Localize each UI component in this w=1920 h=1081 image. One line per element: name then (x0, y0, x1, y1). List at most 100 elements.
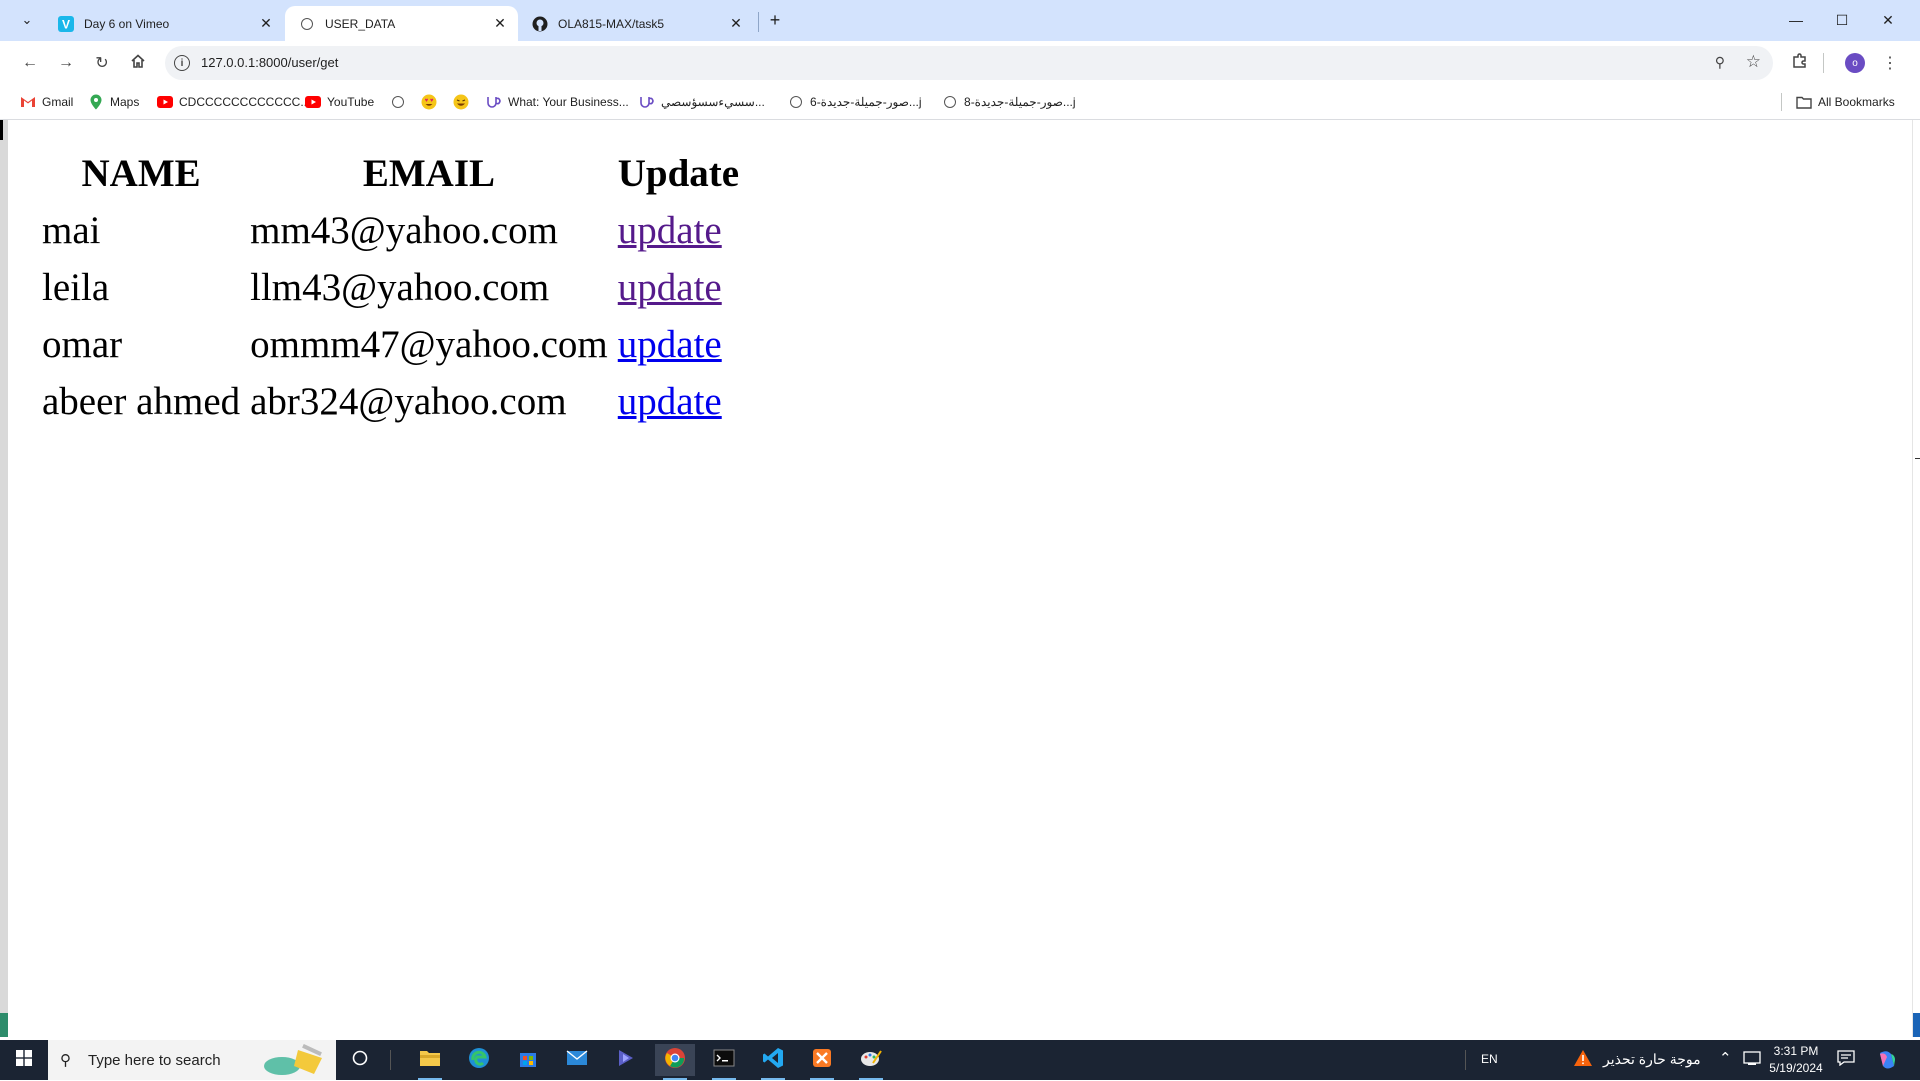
profile-avatar[interactable]: o (1845, 53, 1865, 73)
taskbar-divider (1465, 1050, 1466, 1070)
store-app[interactable] (508, 1044, 548, 1076)
menu-button[interactable]: ⋮ (1876, 49, 1904, 77)
bookmark-cdc[interactable]: CDCCCCCCCCCCCC... (157, 93, 310, 111)
search-placeholder: Type here to search (88, 1052, 221, 1069)
user-name: leila (42, 266, 110, 309)
table-row: leila llm43@yahoo.com update (42, 259, 739, 316)
notifications-icon[interactable] (1837, 1050, 1855, 1070)
forward-button[interactable]: → (52, 49, 80, 77)
emoji-heart-eyes-icon: ♥ ♥ (421, 94, 437, 110)
back-button[interactable]: ← (16, 49, 44, 77)
network-icon[interactable] (1743, 1050, 1761, 1070)
tab-github[interactable]: OLA815-MAX/task5 ✕ (518, 6, 754, 41)
bookmark-label: صور-جميلة-جديدة-8...j (964, 95, 1076, 109)
tab-search-button[interactable]: ⌄ (13, 9, 41, 31)
arrow-right-icon: → (58, 54, 74, 71)
bookmark-gmail[interactable]: Gmail (20, 93, 73, 111)
youtube-icon (305, 94, 321, 110)
vscode-app[interactable] (753, 1044, 793, 1080)
url-text[interactable]: 127.0.0.1:8000/user/get (201, 55, 338, 70)
bookmark-what-your-business[interactable]: What: Your Business... (486, 93, 629, 111)
mail-icon (566, 1049, 588, 1071)
maps-icon (88, 94, 104, 110)
bookmark-label: CDCCCCCCCCCCCC... (179, 95, 311, 109)
store-icon (518, 1048, 538, 1073)
search-highlight-icon (258, 1043, 330, 1076)
arrow-left-icon: ← (22, 54, 38, 71)
github-icon (532, 16, 548, 32)
taskbar-search[interactable]: ⚲ Type here to search (48, 1040, 336, 1080)
windows-taskbar: ⚲ Type here to search EN موجة حارة تحذير… (0, 1040, 1920, 1080)
gmail-icon (20, 94, 36, 110)
update-cell: update (618, 259, 739, 316)
folder-icon (419, 1049, 441, 1072)
taskbar-clock[interactable]: 3:31 PM 5/19/2024 (1766, 1043, 1826, 1077)
bookmark-globe[interactable] (390, 93, 412, 111)
minimize-button[interactable]: — (1773, 0, 1819, 40)
copilot-icon[interactable] (1876, 1049, 1898, 1075)
file-explorer-app[interactable] (410, 1044, 450, 1080)
bookmark-arabic-2[interactable]: صور-جميلة-جديدة-6...j (788, 93, 922, 111)
home-button[interactable] (124, 49, 152, 77)
window-right-edge (1912, 120, 1920, 1037)
terminal-app[interactable] (704, 1044, 744, 1080)
new-tab-button[interactable]: + (763, 9, 787, 31)
paint-icon (860, 1048, 882, 1073)
clock-date: 5/19/2024 (1769, 1061, 1823, 1075)
start-button[interactable] (0, 1040, 48, 1080)
globe-icon (788, 94, 804, 110)
update-cell: update (618, 316, 739, 373)
task-view-button[interactable] (340, 1044, 380, 1076)
update-link[interactable]: update (618, 323, 722, 366)
weather-alert-text[interactable]: موجة حارة تحذير (1603, 1051, 1701, 1068)
bookmark-maps[interactable]: Maps (88, 93, 139, 111)
globe-icon (299, 16, 315, 32)
all-bookmarks-button[interactable]: All Bookmarks (1796, 93, 1895, 111)
bookmark-youtube[interactable]: YouTube (305, 93, 374, 111)
update-link[interactable]: update (618, 380, 722, 423)
close-icon[interactable]: ✕ (258, 15, 274, 32)
power-automate-app[interactable] (606, 1044, 646, 1076)
cortana-icon (352, 1050, 368, 1071)
show-hidden-icons-button[interactable]: ⌃ (1719, 1049, 1732, 1067)
vscode-icon (762, 1047, 784, 1074)
bookmark-arabic-3[interactable]: صور-جميلة-جديدة-8...j (942, 93, 1076, 111)
chrome-app[interactable] (655, 1044, 695, 1080)
reload-button[interactable]: ↻ (88, 49, 116, 77)
update-link[interactable]: update (618, 266, 722, 309)
xampp-app[interactable] (802, 1044, 842, 1080)
bookmark-arabic-1[interactable]: سسيءسسؤسصي... (639, 93, 765, 111)
chrome-icon (664, 1047, 686, 1074)
zoom-icon[interactable]: ⚲ (1715, 54, 1725, 71)
update-link[interactable]: update (618, 209, 722, 252)
user-name: omar (42, 323, 123, 366)
paint-app[interactable] (851, 1044, 891, 1080)
bookmark-star-icon[interactable]: ☆ (1746, 52, 1761, 72)
tab-title: Day 6 on Vimeo (84, 16, 170, 31)
edge-app[interactable] (459, 1044, 499, 1076)
all-bookmarks-label: All Bookmarks (1818, 95, 1895, 109)
close-window-button[interactable]: ✕ (1865, 0, 1911, 40)
tab-vimeo[interactable]: V Day 6 on Vimeo ✕ (44, 6, 284, 41)
edge-icon (468, 1047, 490, 1074)
close-icon[interactable]: ✕ (492, 15, 508, 32)
bookmark-label: YouTube (327, 95, 375, 109)
mail-app[interactable] (557, 1044, 597, 1076)
address-bar[interactable]: i 127.0.0.1:8000/user/get ⚲ ☆ (165, 46, 1773, 80)
weather-alert-icon[interactable] (1573, 1049, 1593, 1071)
bookmark-emoji-1[interactable]: ♥ ♥ (421, 93, 443, 111)
column-header-email: EMAIL (362, 151, 496, 195)
upwork-icon (639, 94, 655, 110)
chevron-down-icon: ⌄ (21, 12, 33, 27)
column-header-name: NAME (81, 151, 201, 195)
tab-user-data[interactable]: USER_DATA ✕ (285, 6, 518, 41)
language-indicator[interactable]: EN (1481, 1052, 1498, 1066)
site-info-icon[interactable]: i (174, 55, 190, 71)
update-cell: update (618, 202, 739, 259)
power-automate-icon (616, 1048, 636, 1073)
table-row: omar ommm47@yahoo.com update (42, 316, 739, 373)
maximize-button[interactable]: ☐ (1819, 0, 1865, 40)
bookmark-emoji-2[interactable] (453, 93, 475, 111)
extensions-button[interactable] (1786, 49, 1814, 77)
close-icon[interactable]: ✕ (728, 15, 744, 32)
